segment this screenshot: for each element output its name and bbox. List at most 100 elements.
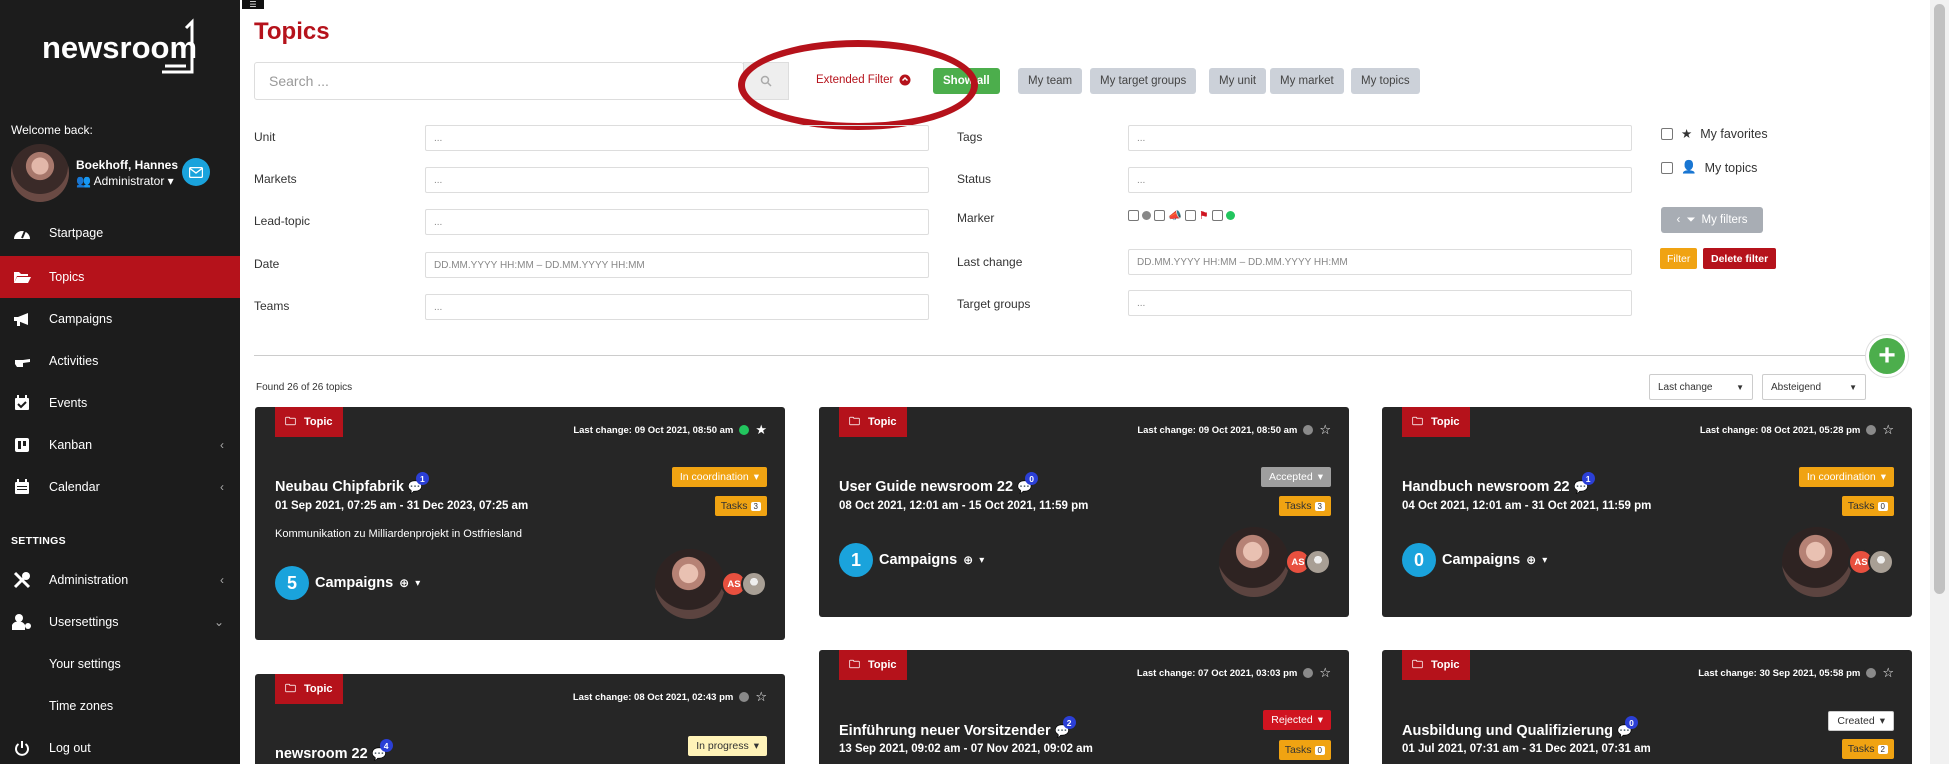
topic-title[interactable]: newsroom 22 💬 4 <box>275 739 393 762</box>
last-change-range-field[interactable]: DD.MM.YYYY HH:MM – DD.MM.YYYY HH:MM <box>1128 249 1632 275</box>
tasks-badge[interactable]: Tasks 0 <box>1278 740 1331 760</box>
newsroom-logo[interactable]: newsroom <box>40 14 200 84</box>
avatar[interactable] <box>1868 549 1894 575</box>
nav-kanban[interactable]: Kanban ‹ <box>0 424 240 466</box>
marker-checkbox[interactable] <box>1128 210 1139 221</box>
my-topics-option[interactable]: 👤 My topics <box>1661 160 1757 175</box>
my-team-filter[interactable]: My team <box>1018 68 1083 94</box>
campaigns-summary[interactable]: 1 Campaigns ⊕ ▾ <box>839 543 984 577</box>
nav-logout[interactable]: Log out <box>0 727 240 764</box>
nav-your-settings[interactable]: Your settings <box>0 643 240 685</box>
nav-topics[interactable]: Topics <box>0 256 240 298</box>
page-title: Topics <box>254 18 330 45</box>
topic-card[interactable]: 🗀 Topic Last change: 07 Oct 2021, 03:03 p… <box>819 650 1349 764</box>
tags-field[interactable]: ... <box>1128 125 1632 151</box>
favorites-checkbox[interactable] <box>1661 127 1673 140</box>
nav-calendar[interactable]: Calendar ‹ <box>0 466 240 508</box>
favorite-star-icon[interactable]: ☆ <box>755 689 767 705</box>
unit-field[interactable]: ... <box>425 125 929 151</box>
favorite-star-icon[interactable]: ★ <box>755 422 767 438</box>
avatar[interactable] <box>655 549 725 619</box>
assignees: AS <box>655 549 767 619</box>
topic-card[interactable]: 🗀 Topic Last change: 08 Oct 2021, 02:43 p… <box>255 674 785 764</box>
nav-events[interactable]: Events <box>0 382 240 424</box>
lead-topic-field[interactable]: ... <box>425 209 929 235</box>
tasks-badge[interactable]: Tasks 2 <box>1841 739 1894 759</box>
status-field[interactable]: ... <box>1128 167 1632 193</box>
add-topic-button[interactable]: + <box>1866 335 1908 377</box>
avatar[interactable] <box>1782 527 1852 597</box>
marker-checkbox[interactable] <box>1211 210 1223 221</box>
avatar[interactable] <box>1305 549 1331 575</box>
nav-usersettings[interactable]: Usersettings ⌄ <box>0 601 240 643</box>
favorite-star-icon[interactable]: ☆ <box>1319 665 1331 681</box>
caret-down-icon: ▾ <box>415 577 421 589</box>
nav-campaigns[interactable]: Campaigns <box>0 298 240 340</box>
date-range-field[interactable]: DD.MM.YYYY HH:MM – DD.MM.YYYY HH:MM <box>425 252 929 278</box>
add-circle-icon[interactable]: ⊕ <box>399 576 409 590</box>
avatar[interactable] <box>741 571 767 597</box>
markets-field[interactable]: ... <box>425 167 929 193</box>
tasks-badge[interactable]: Tasks 3 <box>714 496 767 516</box>
search-input[interactable]: Search ... <box>254 62 744 100</box>
topic-description: Kommunikation zu Milliardenprojekt in Os… <box>275 528 522 540</box>
topic-card[interactable]: 🗀 Topic Last change: 30 Sep 2021, 05:58 p… <box>1382 650 1912 764</box>
my-filters-button[interactable]: ‹ ⏷ My filters <box>1661 207 1763 233</box>
status-dropdown[interactable]: In progress ▾ <box>688 736 767 756</box>
status-dropdown[interactable]: Created ▾ <box>1828 711 1894 731</box>
funnel-icon: ⏷ <box>1686 213 1696 226</box>
favorite-star-icon[interactable]: ☆ <box>1882 422 1894 438</box>
add-circle-icon[interactable]: ⊕ <box>963 553 973 567</box>
topic-dates: 13 Sep 2021, 09:02 am - 07 Nov 2021, 09:… <box>839 743 1093 755</box>
scrollbar[interactable] <box>1930 0 1949 764</box>
marker-options: 📣 ⚑ <box>1128 209 1235 222</box>
my-favorites-option[interactable]: ★ My favorites <box>1661 126 1768 141</box>
status-dropdown[interactable]: In coordination ▾ <box>1798 467 1894 487</box>
topic-card[interactable]: 🗀 Topic Last change: 08 Oct 2021, 05:28 p… <box>1382 407 1912 617</box>
teams-field[interactable]: ... <box>425 294 929 320</box>
status-dropdown[interactable]: Accepted ▾ <box>1260 467 1331 487</box>
favorite-star-icon[interactable]: ☆ <box>1882 665 1894 681</box>
my-target-groups-filter[interactable]: My target groups <box>1090 68 1197 94</box>
favorite-star-icon[interactable]: ☆ <box>1319 422 1331 438</box>
topic-title[interactable]: User Guide newsroom 22 💬 0 <box>839 472 1039 495</box>
apply-filter-button[interactable]: Filter <box>1660 248 1698 269</box>
status-dropdown[interactable]: In coordination ▾ <box>671 467 767 487</box>
topic-title[interactable]: Neubau Chipfabrik 💬 1 <box>275 472 429 495</box>
marker-label: Marker <box>957 211 995 225</box>
my-unit-filter[interactable]: My unit <box>1209 68 1267 94</box>
topic-title[interactable]: Ausbildung und Qualifizierung 💬 0 <box>1402 716 1639 739</box>
marker-checkbox[interactable] <box>1154 210 1165 221</box>
campaigns-summary[interactable]: 0 Campaigns ⊕ ▾ <box>1402 543 1547 577</box>
marker-checkbox[interactable] <box>1184 210 1196 221</box>
nav-time-zones[interactable]: Time zones <box>0 685 240 727</box>
status-dropdown[interactable]: Rejected ▾ <box>1263 710 1331 730</box>
nav-startpage[interactable]: Startpage <box>0 212 240 254</box>
campaigns-summary[interactable]: 5 Campaigns ⊕ ▾ <box>275 566 420 600</box>
add-circle-icon[interactable]: ⊕ <box>1526 553 1536 567</box>
tasks-badge[interactable]: Tasks 3 <box>1278 496 1331 516</box>
topic-title[interactable]: Einführung neuer Vorsitzender 💬 2 <box>839 716 1076 739</box>
hand-point-icon <box>12 353 32 369</box>
topic-card[interactable]: 🗀 Topic Last change: 09 Oct 2021, 08:50 a… <box>255 407 785 640</box>
my-topics-checkbox[interactable] <box>1661 161 1673 174</box>
target-groups-field[interactable]: ... <box>1128 290 1632 316</box>
topic-title[interactable]: Handbuch newsroom 22 💬 1 <box>1402 472 1595 495</box>
avatar[interactable] <box>1219 527 1289 597</box>
nav-administration[interactable]: Administration ‹ <box>0 559 240 601</box>
caret-down-icon: ▾ <box>753 740 759 752</box>
mail-button[interactable] <box>182 158 210 186</box>
settings-header: SETTINGS <box>11 535 66 547</box>
delete-filter-button[interactable]: Delete filter <box>1703 248 1777 269</box>
user-role-dropdown[interactable]: 👥 Administrator ▾ <box>76 174 174 188</box>
scrollbar-thumb[interactable] <box>1934 4 1945 594</box>
my-market-filter[interactable]: My market <box>1270 68 1344 94</box>
sort-field-select[interactable]: Last change ▼ <box>1649 374 1753 400</box>
user-avatar[interactable] <box>11 144 69 202</box>
my-topics-filter[interactable]: My topics <box>1351 68 1420 94</box>
status-dot <box>739 425 750 435</box>
sort-order-select[interactable]: Absteigend ▼ <box>1762 374 1866 400</box>
topic-card[interactable]: 🗀 Topic Last change: 09 Oct 2021, 08:50 a… <box>819 407 1349 617</box>
nav-activities[interactable]: Activities <box>0 340 240 382</box>
tasks-badge[interactable]: Tasks 0 <box>1841 496 1894 516</box>
